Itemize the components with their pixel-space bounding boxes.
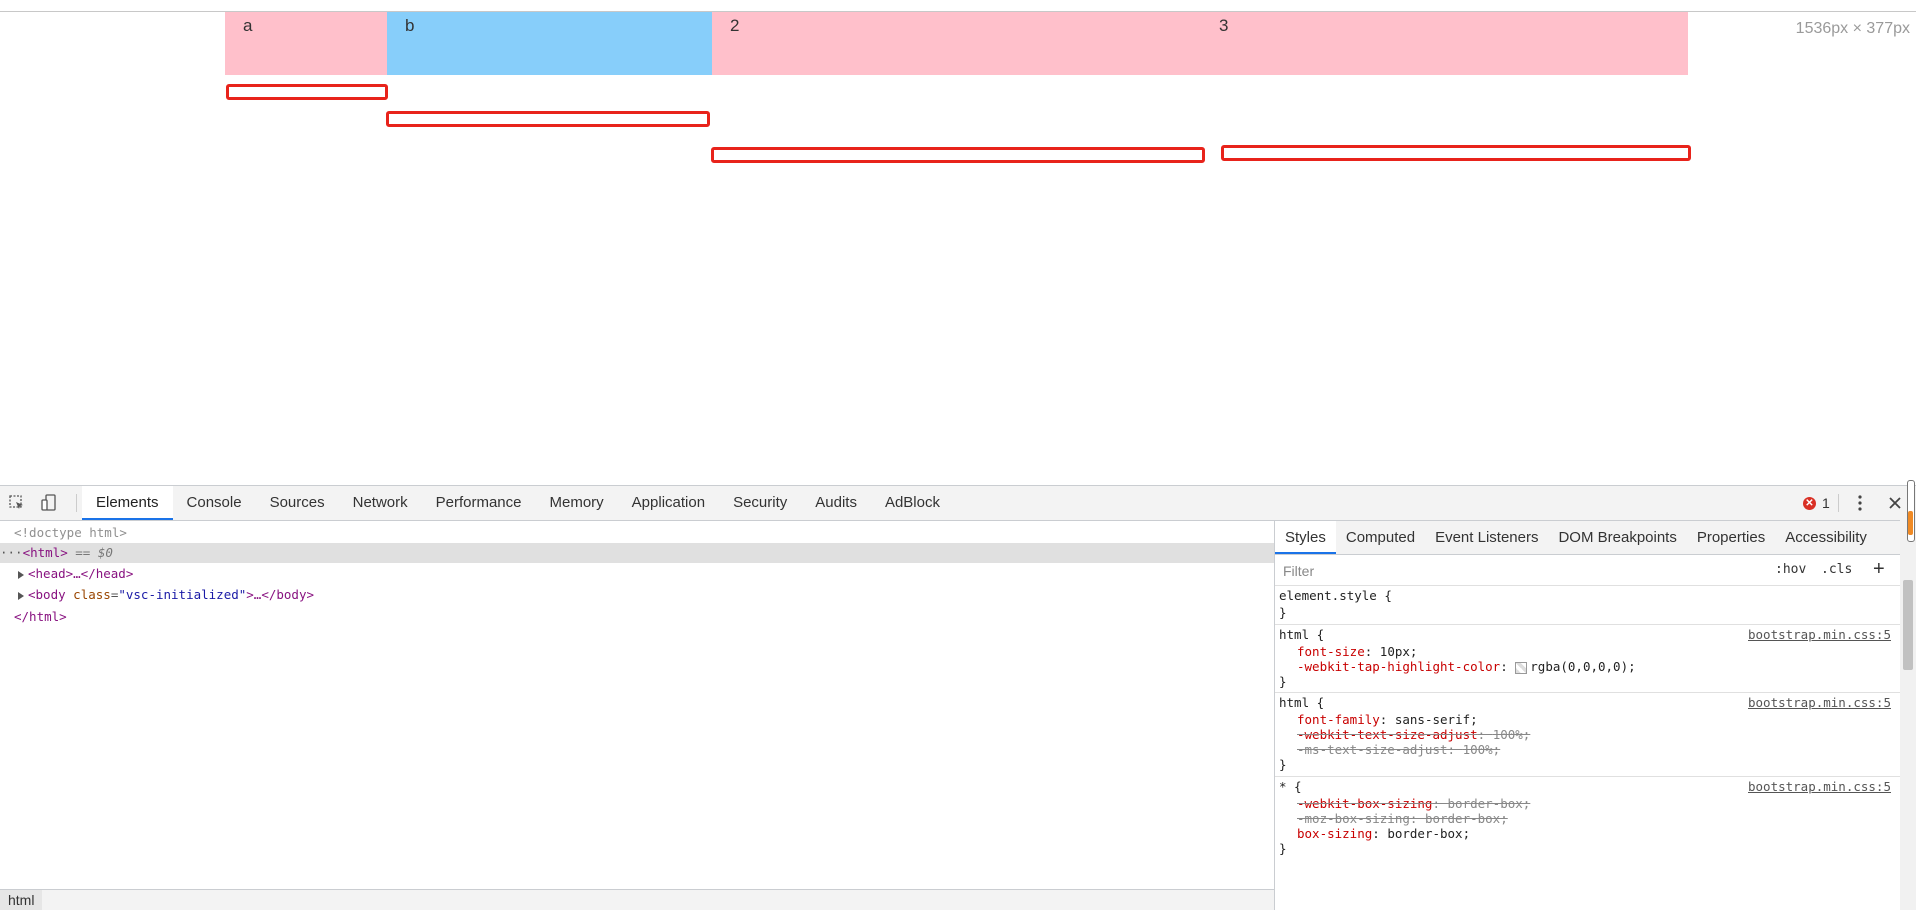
rule-close-brace: } [1279,841,1287,856]
tab-console[interactable]: Console [173,486,256,520]
html-close-tag: </html> [14,609,67,624]
subtab-accessibility[interactable]: Accessibility [1775,521,1877,554]
devtools-panel: Elements Console Sources Network Perform… [0,480,1916,910]
error-counter[interactable]: ✕ 1 [1803,495,1830,511]
rule-close-brace: } [1279,605,1287,620]
cell-a-label: a [243,16,253,35]
dom-node-html-close[interactable]: </html> [0,607,1288,627]
class-toggle[interactable]: .cls [1821,562,1852,577]
style-property-overridden[interactable]: -ms-text-size-adjust: 100%; [1297,741,1500,759]
style-property[interactable]: -webkit-tap-highlight-color: rgba(0,0,0,… [1297,658,1636,676]
rule-universal: * { bootstrap.min.css:5 -webkit-box-sizi… [1275,777,1905,867]
dom-node-body[interactable]: <body class="vsc-initialized">…</body> [0,585,1292,605]
tab-adblock[interactable]: AdBlock [871,486,954,520]
node-actions-ellipsis[interactable]: ··· [0,545,23,560]
rule-selector[interactable]: html { [1279,694,1324,712]
tab-application[interactable]: Application [618,486,719,520]
doctype-text: <!doctype html> [14,525,127,540]
tab-performance[interactable]: Performance [422,486,536,520]
cell-b: b [387,12,712,75]
rule-element-style: element.style { } [1275,586,1905,625]
rule-source-link[interactable]: bootstrap.min.css:5 [1748,694,1891,712]
inspect-element-icon[interactable] [8,494,26,512]
annotation-box-3 [711,147,1205,163]
rule-html-1: html { bootstrap.min.css:5 font-size: 10… [1275,625,1905,693]
rule-selector[interactable]: html { [1279,626,1324,644]
style-rules-list: element.style { } html { bootstrap.min.c… [1275,586,1905,910]
cell-2: 2 [712,12,1688,75]
selected-node-marker: == $0 [75,545,113,560]
styles-sidebar: Styles Computed Event Listeners DOM Brea… [1274,521,1916,910]
subtab-dom-breakpoints[interactable]: DOM Breakpoints [1548,521,1686,554]
scrollbar-thumb[interactable] [1903,580,1913,670]
annotation-box-1 [226,84,388,100]
close-icon[interactable] [1887,495,1903,511]
page-viewport: a b 2 3 1536px × 377px [0,0,1916,485]
body-open-tag: <body [28,587,66,602]
styles-filter-bar: :hov .cls + [1275,555,1905,586]
devtools-toolbar: Elements Console Sources Network Perform… [0,486,1916,521]
tab-audits[interactable]: Audits [801,486,871,520]
toolbar-divider [1838,494,1839,512]
color-swatch-icon[interactable] [1515,661,1528,674]
rule-selector[interactable]: * { [1279,778,1302,796]
devtools-tabs: Elements Console Sources Network Perform… [82,486,954,520]
body-attr-value: "vsc-initialized" [118,587,247,602]
cell-b-label: b [405,16,415,35]
styles-scrollbar[interactable] [1900,520,1916,910]
expand-triangle-icon[interactable] [18,570,24,579]
annotation-box-2 [386,111,710,127]
viewport-dimensions: 1536px × 377px [1795,20,1910,37]
rule-html-2: html { bootstrap.min.css:5 font-family: … [1275,693,1905,777]
tab-memory[interactable]: Memory [536,486,618,520]
subtab-styles[interactable]: Styles [1275,521,1336,554]
expand-triangle-icon[interactable] [18,591,24,600]
cell-2-label: 2 [730,16,740,35]
drawer-handle-indicator [1908,511,1913,535]
head-tag: <head>…</head> [28,566,134,581]
breadcrumb-item-html[interactable]: html [0,890,43,910]
style-property[interactable]: box-sizing: border-box; [1297,825,1470,843]
subtab-computed[interactable]: Computed [1336,521,1425,554]
rule-source-link[interactable]: bootstrap.min.css:5 [1748,626,1891,644]
dom-tree: <!doctype html> ···<html> == $0 <head>…<… [0,521,1274,875]
dom-node-head[interactable]: <head>…</head> [0,564,1292,584]
dom-node-html-selected[interactable]: ···<html> == $0 [0,543,1274,563]
device-toolbar-icon[interactable] [40,494,58,512]
rule-source-link[interactable]: bootstrap.min.css:5 [1748,778,1891,796]
toolbar-separator [76,494,77,512]
cell-a: a [225,12,387,75]
error-icon: ✕ [1803,496,1816,510]
subtab-properties[interactable]: Properties [1687,521,1775,554]
body-rest: >…</body> [246,587,315,602]
rule-close-brace: } [1279,674,1287,689]
tab-sources[interactable]: Sources [256,486,339,520]
sidebar-tabs: Styles Computed Event Listeners DOM Brea… [1275,521,1905,555]
tab-network[interactable]: Network [339,486,422,520]
subtab-event-listeners[interactable]: Event Listeners [1425,521,1548,554]
hover-state-toggle[interactable]: :hov [1775,562,1806,577]
html-open-tag: <html> [22,545,68,560]
dom-breadcrumb-bar: html [0,889,1274,910]
annotation-box-4 [1221,145,1691,161]
rule-close-brace: } [1279,757,1287,772]
error-count: 1 [1822,495,1830,511]
more-options-icon[interactable] [1854,493,1866,513]
tab-security[interactable]: Security [719,486,801,520]
tab-elements[interactable]: Elements [82,486,173,520]
new-rule-button[interactable]: + [1873,558,1885,581]
dom-node-doctype[interactable]: <!doctype html> [0,523,1288,543]
rule-selector[interactable]: element.style { [1279,587,1392,605]
cell-3-label: 3 [1219,16,1229,35]
styles-filter-input[interactable] [1279,559,1769,583]
body-attr-name: class [73,587,111,602]
